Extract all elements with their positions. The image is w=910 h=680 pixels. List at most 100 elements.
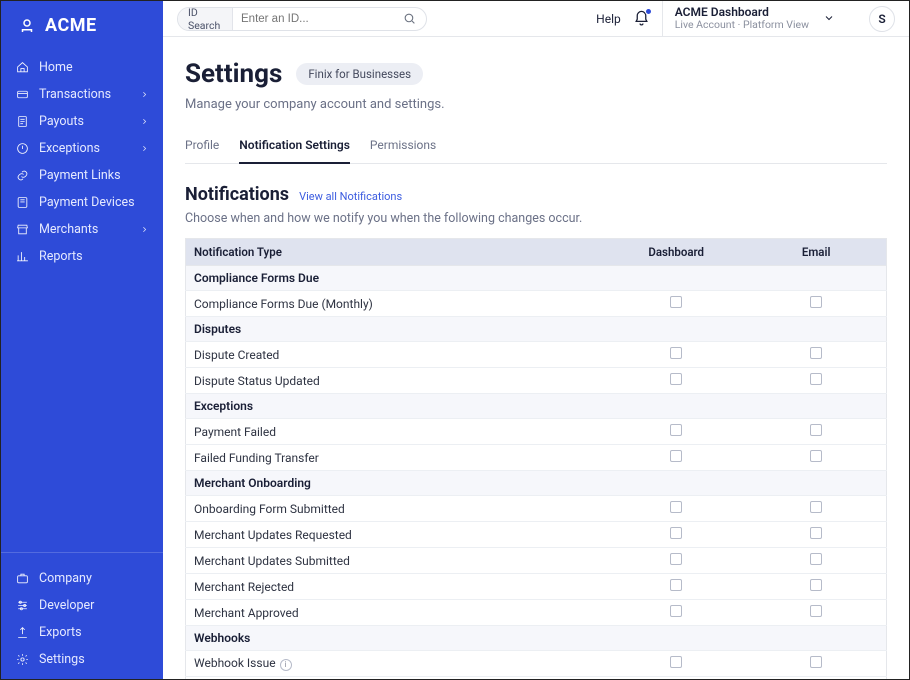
row-label: Dispute Created xyxy=(186,342,607,368)
sidebar-item-label: Payouts xyxy=(39,114,84,129)
sidebar-item-merchants[interactable]: Merchants xyxy=(1,216,163,243)
sidebar: ACME Home Transactions Payouts Exceptions Pa… xyxy=(1,1,163,679)
sidebar-item-label: Exports xyxy=(39,625,82,640)
table-row: Failed Funding Transfer xyxy=(186,445,887,471)
table-row: Dispute Created xyxy=(186,342,887,368)
notifications-table: Notification Type Dashboard Email Compli… xyxy=(185,238,887,679)
sidebar-item-settings[interactable]: Settings xyxy=(1,646,163,673)
sidebar-item-exports[interactable]: Exports xyxy=(1,619,163,646)
row-label: Merchant Rejected xyxy=(186,574,607,600)
link-icon xyxy=(15,169,29,183)
chevron-right-icon xyxy=(140,90,149,99)
plan-badge: Finix for Businesses xyxy=(296,63,423,85)
checkbox-email[interactable] xyxy=(810,527,822,539)
row-label: Dispute Status Updated xyxy=(186,368,607,394)
avatar[interactable]: S xyxy=(869,6,895,32)
page-subtitle: Manage your company account and settings… xyxy=(185,97,887,112)
topbar: ID Search Help ACME Dashboard Live Accou… xyxy=(163,1,909,37)
sidebar-item-label: Settings xyxy=(39,652,85,667)
checkbox-dashboard[interactable] xyxy=(670,424,682,436)
row-label: Payment Failed xyxy=(186,419,607,445)
checkbox-dashboard[interactable] xyxy=(670,527,682,539)
checkbox-email[interactable] xyxy=(810,501,822,513)
checkbox-dashboard[interactable] xyxy=(670,553,682,565)
sidebar-item-label: Payment Devices xyxy=(39,195,135,210)
sidebar-item-label: Payment Links xyxy=(39,168,121,183)
sidebar-item-developer[interactable]: Developer xyxy=(1,592,163,619)
row-label: Merchant Updates Submitted xyxy=(186,548,607,574)
sidebar-item-payouts[interactable]: Payouts xyxy=(1,108,163,135)
search-icon[interactable] xyxy=(403,12,426,25)
checkbox-email[interactable] xyxy=(810,347,822,359)
checkbox-dashboard[interactable] xyxy=(670,296,682,308)
search-box[interactable]: ID Search xyxy=(177,7,427,31)
sidebar-item-payment-links[interactable]: Payment Links xyxy=(1,162,163,189)
checkbox-dashboard[interactable] xyxy=(670,501,682,513)
table-row: Merchant Rejected xyxy=(186,574,887,600)
checkbox-dashboard[interactable] xyxy=(670,347,682,359)
briefcase-icon xyxy=(15,572,29,586)
checkbox-email[interactable] xyxy=(810,450,822,462)
checkbox-email[interactable] xyxy=(810,605,822,617)
notifications-unread-dot xyxy=(645,8,652,15)
checkbox-email[interactable] xyxy=(810,424,822,436)
content: Settings Finix for Businesses Manage you… xyxy=(163,37,909,679)
table-row: Merchant Updates Requested xyxy=(186,522,887,548)
checkbox-dashboard[interactable] xyxy=(670,373,682,385)
sidebar-item-label: Developer xyxy=(39,598,94,613)
help-link[interactable]: Help xyxy=(596,12,621,26)
sidebar-item-label: Transactions xyxy=(39,87,111,102)
group-header: Webhooks xyxy=(186,626,887,651)
group-header: Merchant Onboarding xyxy=(186,471,887,496)
checkbox-email[interactable] xyxy=(810,296,822,308)
checkbox-email[interactable] xyxy=(810,656,822,668)
row-label: Webhook Issuei xyxy=(186,651,607,677)
sidebar-item-company[interactable]: Company xyxy=(1,565,163,592)
page-title: Settings xyxy=(185,59,282,89)
view-all-notifications-link[interactable]: View all Notifications xyxy=(299,190,402,203)
account-subtitle: Live Account · Platform View xyxy=(675,19,809,32)
gear-icon xyxy=(15,653,29,667)
tabs: Profile Notification Settings Permissions xyxy=(185,130,887,164)
table-row: Dispute Status Updated xyxy=(186,368,887,394)
checkbox-email[interactable] xyxy=(810,373,822,385)
checkbox-dashboard[interactable] xyxy=(670,450,682,462)
checkbox-dashboard[interactable] xyxy=(670,579,682,591)
account-switcher[interactable]: ACME Dashboard Live Account · Platform V… xyxy=(662,1,847,36)
brand-name: ACME xyxy=(45,15,97,36)
sidebar-item-home[interactable]: Home xyxy=(1,54,163,81)
table-row: Payment Failed xyxy=(186,419,887,445)
row-label: Merchant Approved xyxy=(186,600,607,626)
sidebar-item-reports[interactable]: Reports xyxy=(1,243,163,270)
sidebar-item-exceptions[interactable]: Exceptions xyxy=(1,135,163,162)
sidebar-item-label: Reports xyxy=(39,249,83,264)
tab-profile[interactable]: Profile xyxy=(185,130,219,163)
sidebar-item-label: Merchants xyxy=(39,222,98,237)
notifications-bell-icon[interactable] xyxy=(633,10,650,27)
brand: ACME xyxy=(1,1,163,48)
table-row: Webhook Issuei xyxy=(186,651,887,677)
sidebar-item-transactions[interactable]: Transactions xyxy=(1,81,163,108)
row-label: Webhook Disabled xyxy=(186,677,607,680)
search-scope-pill[interactable]: ID Search xyxy=(178,8,233,30)
home-icon xyxy=(15,61,29,75)
tab-permissions[interactable]: Permissions xyxy=(370,130,436,163)
checkbox-email[interactable] xyxy=(810,579,822,591)
sidebar-nav-bottom: Company Developer Exports Settings xyxy=(1,552,163,679)
section-title: Notifications xyxy=(185,184,289,205)
search-input[interactable] xyxy=(233,13,403,25)
brand-logo-icon xyxy=(17,16,37,36)
card-icon xyxy=(15,88,29,102)
tab-notification-settings[interactable]: Notification Settings xyxy=(239,130,350,164)
group-header: Exceptions xyxy=(186,394,887,419)
checkbox-dashboard[interactable] xyxy=(670,656,682,668)
chevron-right-icon xyxy=(140,144,149,153)
sliders-icon xyxy=(15,599,29,613)
checkbox-dashboard[interactable] xyxy=(670,605,682,617)
sidebar-item-payment-devices[interactable]: Payment Devices xyxy=(1,189,163,216)
info-icon[interactable]: i xyxy=(280,659,292,671)
chevron-down-icon xyxy=(823,12,835,24)
chevron-right-icon xyxy=(140,225,149,234)
checkbox-email[interactable] xyxy=(810,553,822,565)
col-header-email: Email xyxy=(746,239,886,266)
